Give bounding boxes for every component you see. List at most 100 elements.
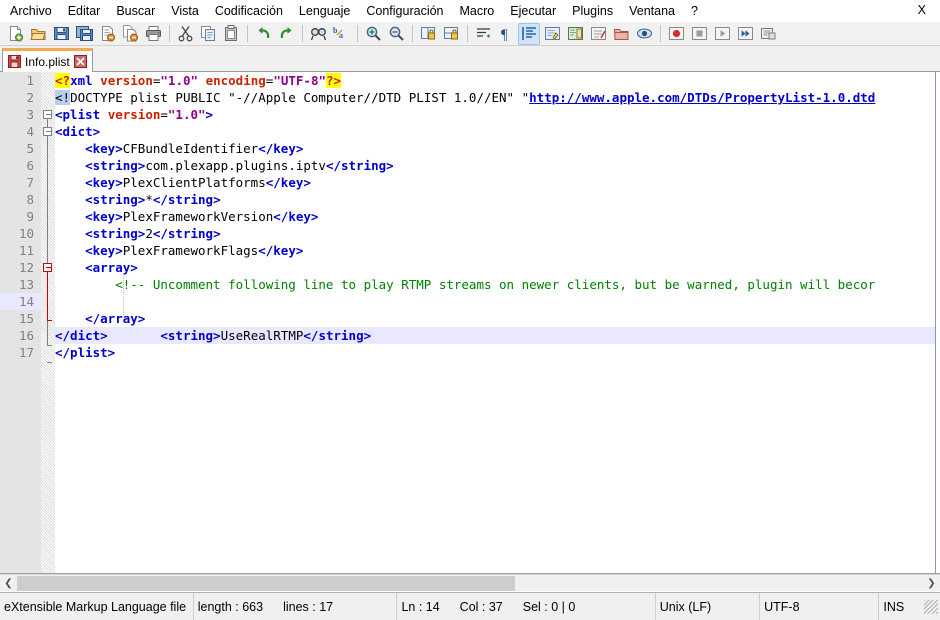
redo-icon[interactable]	[275, 23, 297, 45]
status-length: length : 663	[198, 600, 263, 614]
menu-editar[interactable]: Editar	[60, 1, 109, 22]
line-number: 10	[0, 225, 41, 242]
replace-icon[interactable]: b a	[330, 23, 352, 45]
close-tab-icon[interactable]	[74, 55, 87, 68]
resize-grip[interactable]	[924, 600, 938, 614]
word-wrap-icon[interactable]	[472, 23, 494, 45]
code-line-16: </dict>	[55, 327, 935, 344]
sync-vertical-scroll-icon[interactable]	[417, 23, 439, 45]
record-macro-icon[interactable]	[665, 23, 687, 45]
toolbar-separator	[412, 25, 413, 42]
status-language[interactable]: eXtensible Markup Language file	[0, 593, 194, 620]
zoom-in-icon[interactable]	[362, 23, 384, 45]
show-all-characters-icon[interactable]: ¶	[495, 23, 517, 45]
fold-toggle-line-4[interactable]	[43, 127, 52, 136]
close-window-button[interactable]: X	[914, 3, 930, 17]
line-number: 5	[0, 140, 41, 157]
copy-icon[interactable]	[197, 23, 219, 45]
fold-end-marker	[47, 362, 52, 363]
menu-codificacion[interactable]: Codificación	[207, 1, 291, 22]
status-insert-mode[interactable]: INS	[879, 593, 924, 620]
find-icon[interactable]	[307, 23, 329, 45]
menu-plugins[interactable]: Plugins	[564, 1, 621, 22]
cut-icon[interactable]	[174, 23, 196, 45]
code-editor[interactable]: 1 2 3 4 5 6 7 8 9 10 11 12 13 14 15 16 1…	[0, 72, 940, 574]
menu-lenguaje[interactable]: Lenguaje	[291, 1, 358, 22]
fold-end-marker-active	[47, 320, 52, 321]
toolbar: b a	[0, 22, 940, 46]
code-line-6: <string>com.plexapp.plugins.iptv</string…	[55, 157, 935, 174]
monitoring-icon[interactable]	[633, 23, 655, 45]
sync-horizontal-scroll-icon[interactable]	[440, 23, 462, 45]
zoom-out-icon[interactable]	[385, 23, 407, 45]
fold-end-marker	[47, 345, 52, 346]
menu-buscar[interactable]: Buscar	[108, 1, 163, 22]
line-number: 17	[0, 344, 41, 361]
status-eol-format[interactable]: Unix (LF)	[656, 593, 760, 620]
open-file-icon[interactable]	[27, 23, 49, 45]
scroll-left-arrow[interactable]: ❮	[0, 575, 17, 591]
save-icon[interactable]	[50, 23, 72, 45]
toolbar-separator	[169, 25, 170, 42]
horizontal-scrollbar-track[interactable]	[17, 576, 923, 591]
function-list-icon[interactable]	[587, 23, 609, 45]
tab-info-plist[interactable]: Info.plist	[2, 48, 93, 72]
indent-guide	[123, 276, 124, 316]
status-lines: lines : 17	[283, 600, 333, 614]
toolbar-separator	[660, 25, 661, 42]
line-number: 15	[0, 310, 41, 327]
menu-help[interactable]: ?	[683, 1, 706, 22]
code-line-7: <key>PlexClientPlatforms</key>	[55, 174, 935, 191]
folder-as-workspace-icon[interactable]	[610, 23, 632, 45]
status-encoding[interactable]: UTF-8	[760, 593, 879, 620]
close-file-icon[interactable]	[96, 23, 118, 45]
stop-recording-icon[interactable]	[688, 23, 710, 45]
print-icon[interactable]	[142, 23, 164, 45]
tab-label: Info.plist	[25, 55, 70, 69]
fold-toggle-line-3[interactable]	[43, 110, 52, 119]
line-number: 12	[0, 259, 41, 276]
svg-text:b: b	[333, 26, 338, 35]
line-number: 7	[0, 174, 41, 191]
save-red-icon	[8, 55, 21, 68]
new-file-icon[interactable]	[4, 23, 26, 45]
menu-archivo[interactable]: Archivo	[2, 1, 60, 22]
status-caret-info[interactable]: Ln : 14 Col : 37 Sel : 0 | 0	[397, 593, 655, 620]
editor-right-border	[935, 72, 940, 573]
user-defined-language-icon[interactable]	[541, 23, 563, 45]
document-map-icon[interactable]	[564, 23, 586, 45]
fold-margin[interactable]	[41, 72, 55, 573]
line-number: 8	[0, 191, 41, 208]
menu-configuracion[interactable]: Configuración	[358, 1, 451, 22]
undo-icon[interactable]	[252, 23, 274, 45]
paste-icon[interactable]	[220, 23, 242, 45]
code-line-9: <key>PlexFrameworkVersion</key>	[55, 208, 935, 225]
line-number: 9	[0, 208, 41, 225]
menu-ejecutar[interactable]: Ejecutar	[502, 1, 564, 22]
code-line-11: <key>PlexFrameworkFlags</key>	[55, 242, 935, 259]
code-line-14-current: <string>UseRealRTMP</string>	[55, 293, 935, 310]
scroll-right-arrow[interactable]: ❯	[923, 575, 940, 591]
code-line-3: <plist version="1.0">	[55, 106, 935, 123]
horizontal-scrollbar[interactable]: ❮ ❯	[0, 574, 940, 591]
close-all-files-icon[interactable]	[119, 23, 141, 45]
line-number: 11	[0, 242, 41, 259]
show-indent-guide-icon[interactable]	[518, 23, 540, 45]
code-line-8: <string>*</string>	[55, 191, 935, 208]
code-line-5: <key>CFBundleIdentifier</key>	[55, 140, 935, 157]
tab-bar: Info.plist	[0, 46, 940, 72]
run-macro-multiple-icon[interactable]	[734, 23, 756, 45]
code-text-area[interactable]: <?xml version="1.0" encoding="UTF-8"?> <…	[55, 72, 935, 573]
menu-ventana[interactable]: Ventana	[621, 1, 683, 22]
run-icon[interactable]	[757, 23, 779, 45]
fold-toggle-line-12[interactable]	[43, 263, 52, 272]
horizontal-scrollbar-thumb[interactable]	[17, 576, 515, 591]
line-number: 13	[0, 276, 41, 293]
menu-vista[interactable]: Vista	[163, 1, 207, 22]
toolbar-separator	[247, 25, 248, 42]
status-document-info[interactable]: length : 663 lines : 17	[194, 593, 398, 620]
svg-text:¶: ¶	[501, 27, 508, 42]
play-macro-icon[interactable]	[711, 23, 733, 45]
menu-macro[interactable]: Macro	[452, 1, 503, 22]
save-all-icon[interactable]	[73, 23, 95, 45]
